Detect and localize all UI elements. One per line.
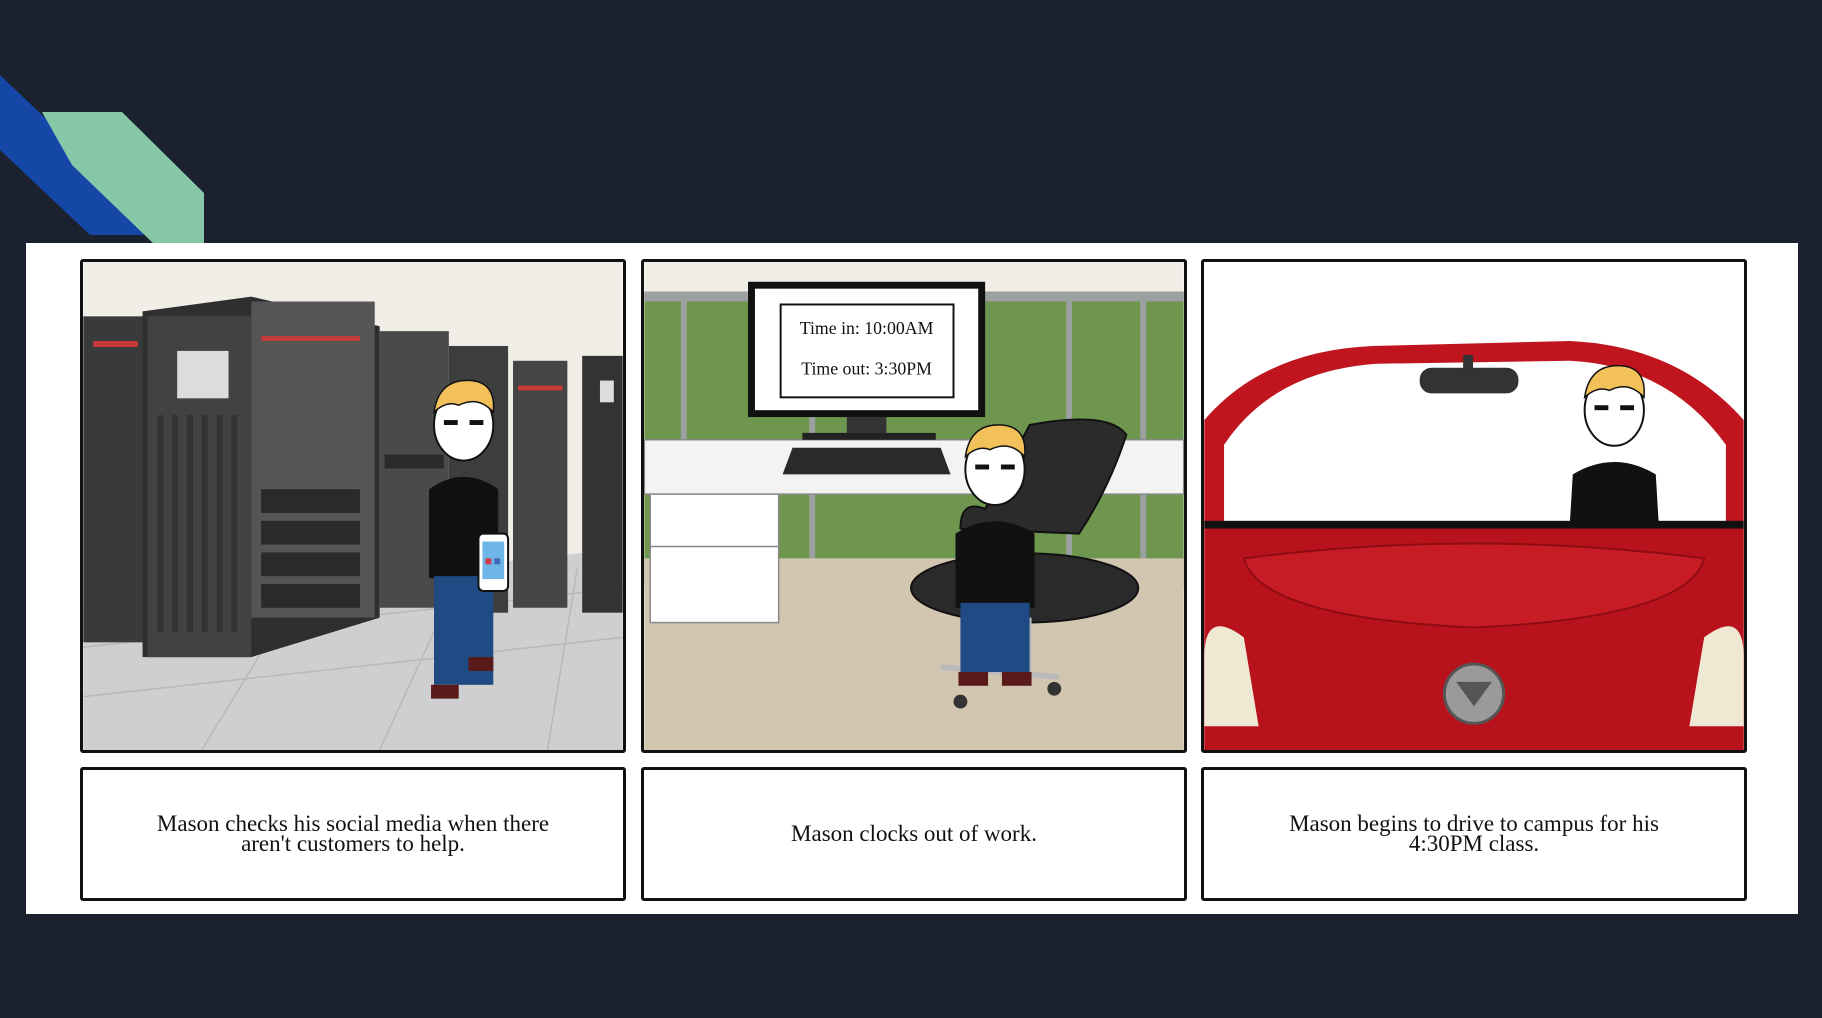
- panel-2-scene: Time in: 10:00AM Time out: 3:30PM: [641, 259, 1187, 753]
- corner-decoration: [0, 75, 204, 245]
- panel-2-caption-text: Mason clocks out of work.: [791, 821, 1037, 846]
- car-illustration: [1204, 262, 1744, 750]
- panel-1-caption: Mason checks his social media when there…: [80, 767, 626, 901]
- panel-3-scene: [1201, 259, 1747, 753]
- panel-3-caption: Mason begins to drive to campus for his …: [1201, 767, 1747, 901]
- panel-1-scene: [80, 259, 626, 753]
- time-in-text: Time in: 10:00AM: [800, 318, 934, 338]
- storyboard: Time in: 10:00AM Time out: 3:30PM Mason …: [26, 243, 1798, 914]
- panel-3-caption-text: Mason begins to drive to campus for his …: [1289, 811, 1659, 856]
- office-illustration: Time in: 10:00AM Time out: 3:30PM: [644, 262, 1184, 750]
- server-room-illustration: [83, 262, 623, 750]
- mason-character: [955, 424, 1035, 686]
- time-out-text: Time out: 3:30PM: [801, 359, 932, 379]
- panel-1-caption-text: Mason checks his social media when there…: [156, 811, 550, 856]
- panel-2-caption: Mason clocks out of work.: [641, 767, 1187, 901]
